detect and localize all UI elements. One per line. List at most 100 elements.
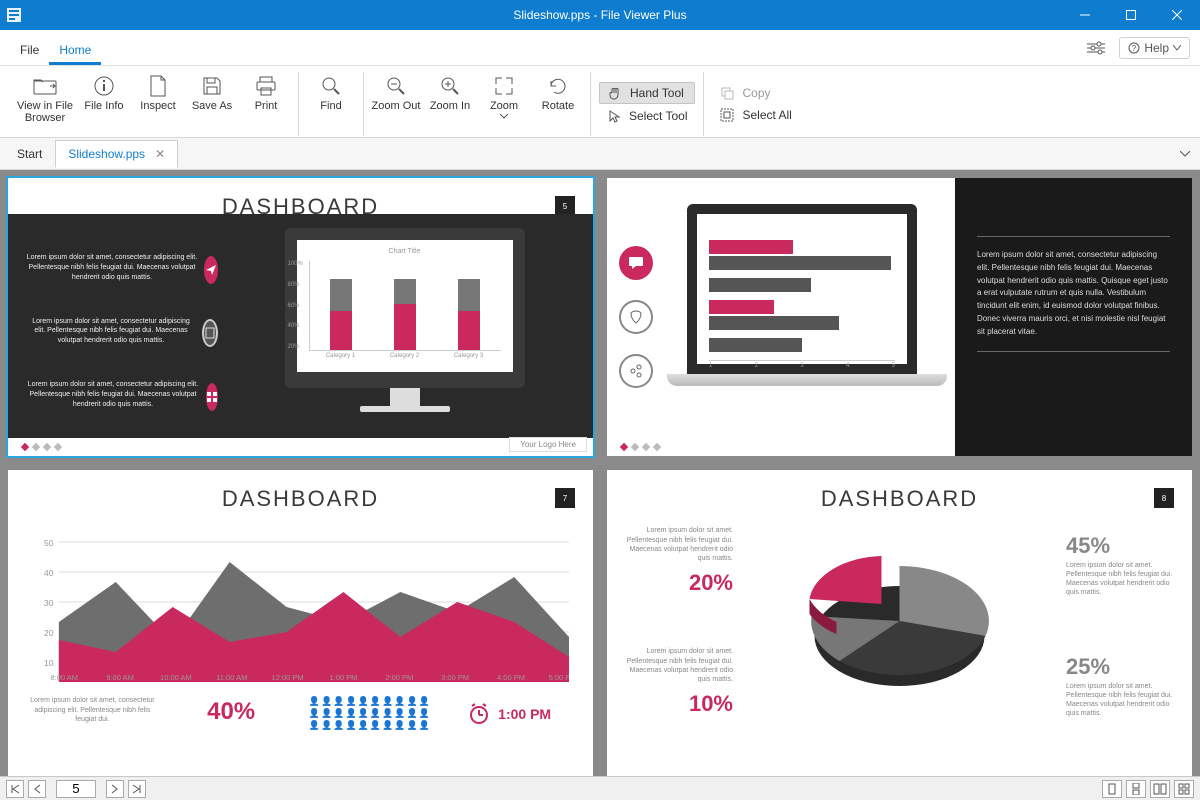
app-icon — [0, 6, 28, 24]
stat-percent: 45% — [1066, 532, 1176, 561]
svg-text:4:00 PM: 4:00 PM — [497, 674, 525, 683]
prev-page-button[interactable] — [28, 780, 46, 798]
slide-thumbnail[interactable]: DASHBOARD 7 5040302010 8:00 AM9:00 AM10:… — [8, 470, 593, 776]
svg-text:11:00 AM: 11:00 AM — [216, 674, 247, 683]
svg-text:5:00 PM: 5:00 PM — [549, 674, 569, 683]
svg-text:30: 30 — [44, 599, 54, 609]
document-icon — [149, 74, 167, 98]
select-all-icon — [720, 108, 734, 122]
file-info-button[interactable]: File Info — [78, 72, 130, 136]
zoom-in-icon — [439, 74, 461, 98]
slide-number: 8 — [1154, 488, 1174, 508]
logo-placeholder: Your Logo Here — [509, 437, 587, 452]
folder-icon — [33, 74, 57, 98]
menubar: File Home ? Help — [0, 30, 1200, 66]
print-icon — [255, 74, 277, 98]
settings-icon[interactable] — [1087, 41, 1105, 55]
find-button[interactable]: Find — [305, 72, 357, 136]
pie-chart — [739, 526, 1060, 718]
svg-text:8:00 AM: 8:00 AM — [50, 674, 78, 683]
chevron-down-icon — [1173, 45, 1181, 51]
clipboard-icon — [202, 319, 218, 347]
clock-icon — [466, 701, 492, 727]
slide-thumbnail[interactable]: 12345 Lorem ipsum dolor sit amet, consec… — [607, 178, 1192, 456]
menu-home[interactable]: Home — [49, 35, 101, 65]
slide-thumbnail[interactable]: DASHBOARD 8 Lorem ipsum dolor sit amet. … — [607, 470, 1192, 776]
hand-icon — [608, 86, 622, 100]
stat-percent: 10% — [623, 690, 733, 719]
page-input[interactable] — [56, 780, 96, 798]
cursor-icon — [607, 109, 621, 123]
close-button[interactable] — [1154, 0, 1200, 30]
rotate-icon — [547, 74, 569, 98]
save-as-button[interactable]: Save As — [186, 72, 238, 136]
stat-percent: 25% — [1066, 653, 1176, 682]
svg-text:50: 50 — [44, 539, 54, 549]
last-page-button[interactable] — [128, 780, 146, 798]
first-page-button[interactable] — [6, 780, 24, 798]
svg-text:20: 20 — [44, 629, 54, 639]
people-icons: 👤👤👤👤👤👤👤👤👤👤👤👤👤👤👤👤👤👤👤👤👤👤👤👤👤👤👤👤👤👤 — [306, 696, 435, 731]
copy-icon — [720, 86, 734, 100]
slide-thumbnail[interactable]: DASHBOARD 5 Lorem ipsum dolor sit amet, … — [8, 178, 593, 456]
tab-close-icon[interactable]: ✕ — [155, 147, 165, 161]
lorem-text: Lorem ipsum dolor sit amet. Pellentesque… — [623, 647, 733, 683]
lorem-text: Lorem ipsum dolor sit amet, consectetur … — [28, 696, 157, 723]
lorem-text: Lorem ipsum dolor sit amet, consectetur … — [26, 253, 198, 282]
chat-icon — [619, 246, 653, 280]
svg-text:10:00 AM: 10:00 AM — [160, 674, 192, 683]
minimize-button[interactable] — [1062, 0, 1108, 30]
next-page-button[interactable] — [106, 780, 124, 798]
slide-number: 5 — [555, 196, 575, 216]
zoom-in-button[interactable]: Zoom In — [424, 72, 476, 136]
inspect-button[interactable]: Inspect — [132, 72, 184, 136]
zoom-button[interactable]: Zoom — [478, 72, 530, 136]
svg-text:?: ? — [1132, 44, 1137, 53]
lorem-text: Lorem ipsum dolor sit amet, consectetur … — [977, 249, 1170, 339]
view-two-page-button[interactable] — [1150, 780, 1170, 798]
tabs-dropdown[interactable] — [1170, 145, 1200, 163]
document-tabs: Start Slideshow.pps ✕ — [0, 138, 1200, 170]
stat-time: 1:00 PM — [498, 705, 551, 723]
copy-button[interactable]: Copy — [712, 83, 799, 103]
chevron-down-icon — [500, 114, 508, 119]
area-chart: 5040302010 8:00 AM9:00 AM10:00 AM11:00 A… — [32, 522, 569, 682]
hand-tool-button[interactable]: Hand Tool — [599, 82, 695, 104]
stat-percent: 40% — [167, 696, 296, 727]
svg-text:3:00 PM: 3:00 PM — [441, 674, 469, 683]
svg-text:9:00 AM: 9:00 AM — [106, 674, 134, 683]
help-label: Help — [1144, 41, 1169, 55]
ribbon: View in File Browser File Info Inspect S… — [0, 66, 1200, 138]
tab-document[interactable]: Slideshow.pps ✕ — [55, 140, 178, 168]
slide-title: DASHBOARD — [607, 486, 1192, 512]
save-icon — [202, 74, 222, 98]
maximize-button[interactable] — [1108, 0, 1154, 30]
help-button[interactable]: ? Help — [1119, 37, 1190, 59]
select-tool-button[interactable]: Select Tool — [599, 106, 695, 126]
zoom-out-button[interactable]: Zoom Out — [370, 72, 422, 136]
stat-percent: 20% — [623, 569, 733, 598]
print-button[interactable]: Print — [240, 72, 292, 136]
view-single-button[interactable] — [1102, 780, 1122, 798]
help-icon: ? — [1128, 42, 1140, 54]
select-all-button[interactable]: Select All — [712, 105, 799, 125]
view-in-file-browser-button[interactable]: View in File Browser — [14, 72, 76, 136]
svg-text:2:00 PM: 2:00 PM — [385, 674, 413, 683]
tab-start[interactable]: Start — [4, 140, 55, 168]
view-continuous-button[interactable] — [1126, 780, 1146, 798]
rotate-button[interactable]: Rotate — [532, 72, 584, 136]
view-grid-button[interactable] — [1174, 780, 1194, 798]
slide-viewport[interactable]: DASHBOARD 5 Lorem ipsum dolor sit amet, … — [0, 170, 1200, 776]
horizontal-bar-chart: 12345 — [687, 204, 917, 374]
bar-chart: 100%80%60%40%20% — [309, 261, 501, 351]
lorem-text: Lorem ipsum dolor sit amet. Pellentesque… — [1066, 682, 1176, 718]
tab-label: Slideshow.pps — [68, 147, 145, 161]
menu-file[interactable]: File — [10, 35, 49, 65]
zoom-out-icon — [385, 74, 407, 98]
expand-icon — [494, 74, 514, 98]
svg-text:10: 10 — [44, 659, 54, 669]
grid-icon — [206, 383, 218, 411]
send-icon — [204, 256, 218, 284]
footer-dots — [621, 444, 660, 450]
statusbar — [0, 776, 1200, 800]
